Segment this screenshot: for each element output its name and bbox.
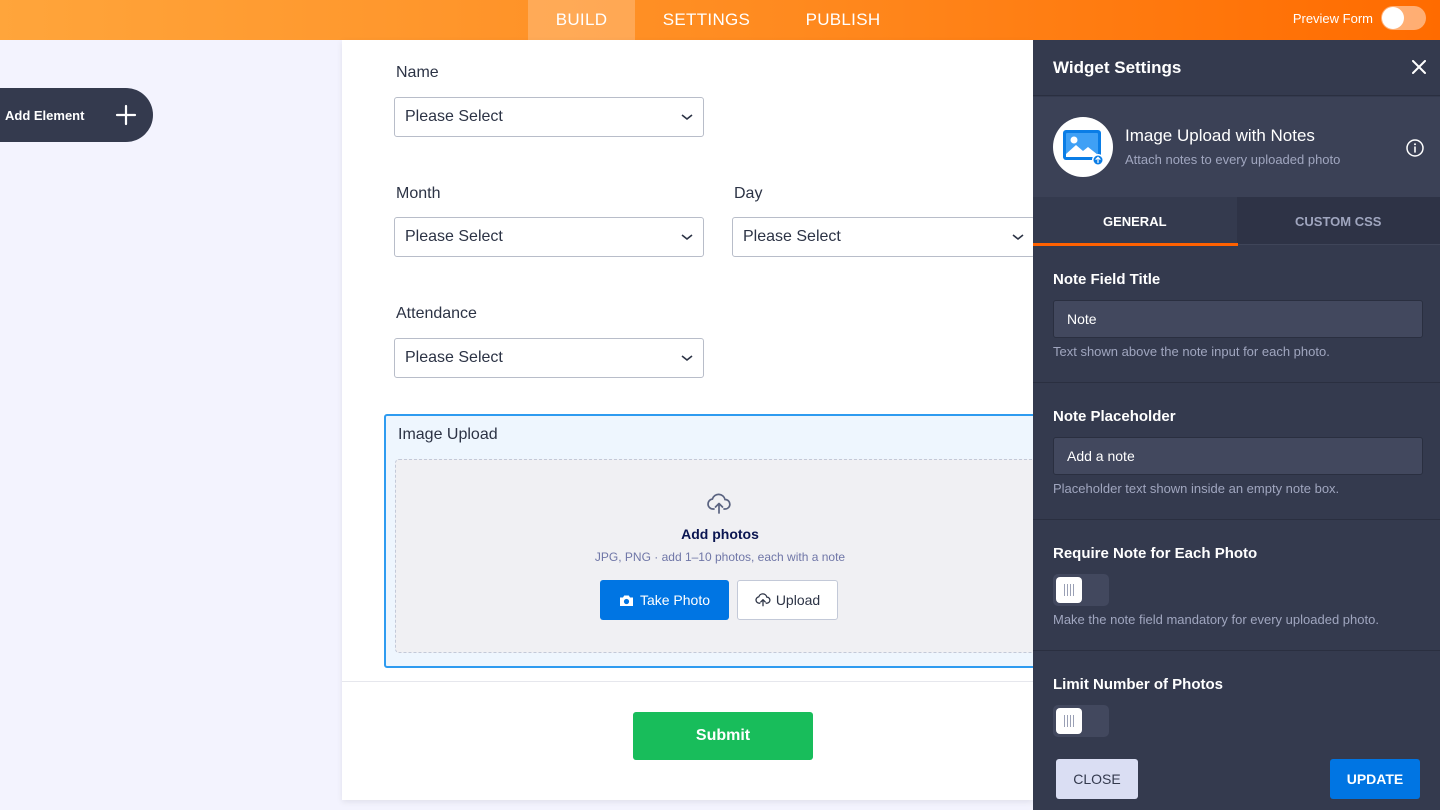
- require-note-toggle[interactable]: [1053, 574, 1109, 606]
- day-dropdown-value: Please Select: [743, 228, 841, 245]
- close-icon[interactable]: [1412, 60, 1426, 74]
- info-icon[interactable]: [1406, 139, 1424, 157]
- limit-photos-toggle[interactable]: [1053, 705, 1109, 737]
- name-dropdown[interactable]: Please Select: [394, 97, 704, 137]
- attendance-dropdown-value: Please Select: [405, 349, 503, 366]
- image-upload-title: Image Upload: [398, 426, 498, 443]
- require-note-description: Make the note field mandatory for every …: [1053, 612, 1379, 627]
- attendance-dropdown[interactable]: Please Select: [394, 338, 704, 378]
- close-button[interactable]: CLOSE: [1056, 759, 1138, 799]
- image-upload-icon: [1053, 117, 1113, 177]
- widget-description: Attach notes to every uploaded photo: [1125, 152, 1341, 167]
- note-field-title-input[interactable]: Note: [1053, 300, 1423, 338]
- note-field-title-heading: Note Field Title: [1053, 271, 1161, 288]
- take-photo-button[interactable]: Take Photo: [600, 580, 729, 620]
- month-dropdown-value: Please Select: [405, 228, 503, 245]
- month-dropdown[interactable]: Please Select: [394, 217, 704, 257]
- note-placeholder-heading: Note Placeholder: [1053, 408, 1176, 425]
- tab-custom-css[interactable]: CUSTOM CSS: [1237, 197, 1440, 245]
- add-photos-heading: Add photos: [681, 526, 759, 542]
- panel-title: Widget Settings: [1053, 58, 1182, 77]
- form-canvas: Name Please Select Month Please Select D…: [342, 40, 1055, 800]
- limit-photos-heading: Limit Number of Photos: [1053, 676, 1223, 693]
- panel-header: Widget Settings: [1033, 40, 1440, 96]
- plus-icon: [115, 104, 137, 126]
- panel-footer: CLOSE UPDATE: [1033, 746, 1440, 810]
- preview-form-control: Preview Form: [1293, 6, 1426, 30]
- day-dropdown[interactable]: Please Select: [732, 217, 1035, 257]
- preview-form-toggle[interactable]: [1381, 6, 1426, 30]
- submit-button[interactable]: Submit: [633, 712, 813, 760]
- name-label: Name: [396, 64, 439, 81]
- widget-info-card: Image Upload with Notes Attach notes to …: [1033, 97, 1440, 197]
- note-field-title-section: Note Field Title Note Text shown above t…: [1033, 246, 1440, 383]
- note-placeholder-description: Placeholder text shown inside an empty n…: [1053, 481, 1340, 496]
- cloud-upload-icon: [707, 493, 731, 514]
- note-placeholder-input[interactable]: Add a note: [1053, 437, 1423, 475]
- add-element-button[interactable]: Add Element: [0, 88, 153, 142]
- preview-form-label: Preview Form: [1292, 10, 1373, 26]
- upload-hint: JPG, PNG · add 1–10 photos, each with a …: [594, 550, 846, 564]
- widget-name: Image Upload with Notes: [1125, 126, 1315, 145]
- cloud-upload-icon: [755, 593, 771, 607]
- chevron-down-icon: [681, 234, 693, 241]
- tab-publish[interactable]: PUBLISH: [778, 0, 908, 40]
- limit-photos-section: Limit Number of Photos: [1033, 651, 1440, 746]
- tab-build[interactable]: BUILD: [528, 0, 635, 40]
- widget-settings-panel: Widget Settings Image Upload with Notes …: [1033, 40, 1440, 810]
- note-placeholder-section: Note Placeholder Add a note Placeholder …: [1033, 383, 1440, 520]
- take-photo-label: Take Photo: [639, 592, 711, 608]
- update-button[interactable]: UPDATE: [1330, 759, 1420, 799]
- upload-button[interactable]: Upload: [737, 580, 838, 620]
- month-label: Month: [396, 185, 441, 202]
- upload-dropzone[interactable]: Add photos JPG, PNG · add 1–10 photos, e…: [395, 459, 1055, 653]
- panel-tabs: GENERAL CUSTOM CSS: [1033, 197, 1440, 246]
- attendance-label: Attendance: [396, 305, 477, 322]
- image-upload-field[interactable]: Image Upload Add photos JPG, PNG · add 1…: [384, 414, 1055, 668]
- builder-tabs: BUILD SETTINGS PUBLISH: [528, 0, 908, 40]
- require-note-heading: Require Note for Each Photo: [1053, 545, 1258, 562]
- note-field-title-description: Text shown above the note input for each…: [1053, 344, 1330, 359]
- camera-icon: [619, 595, 633, 606]
- day-label: Day: [734, 185, 763, 202]
- require-note-section: Require Note for Each Photo Make the not…: [1033, 520, 1440, 651]
- divider: [342, 681, 1033, 682]
- tab-settings[interactable]: SETTINGS: [635, 0, 778, 40]
- name-dropdown-value: Please Select: [405, 108, 503, 125]
- top-navigation-bar: BUILD SETTINGS PUBLISH Preview Form: [0, 0, 1440, 40]
- tab-general[interactable]: GENERAL: [1033, 197, 1238, 246]
- chevron-down-icon: [681, 355, 693, 362]
- toggle-knob: [1056, 708, 1082, 734]
- toggle-knob: [1382, 7, 1404, 29]
- toggle-knob: [1056, 577, 1082, 603]
- chevron-down-icon: [681, 114, 693, 121]
- add-element-label: Add Element: [5, 107, 85, 123]
- chevron-down-icon: [1012, 234, 1024, 241]
- upload-label: Upload: [775, 592, 821, 608]
